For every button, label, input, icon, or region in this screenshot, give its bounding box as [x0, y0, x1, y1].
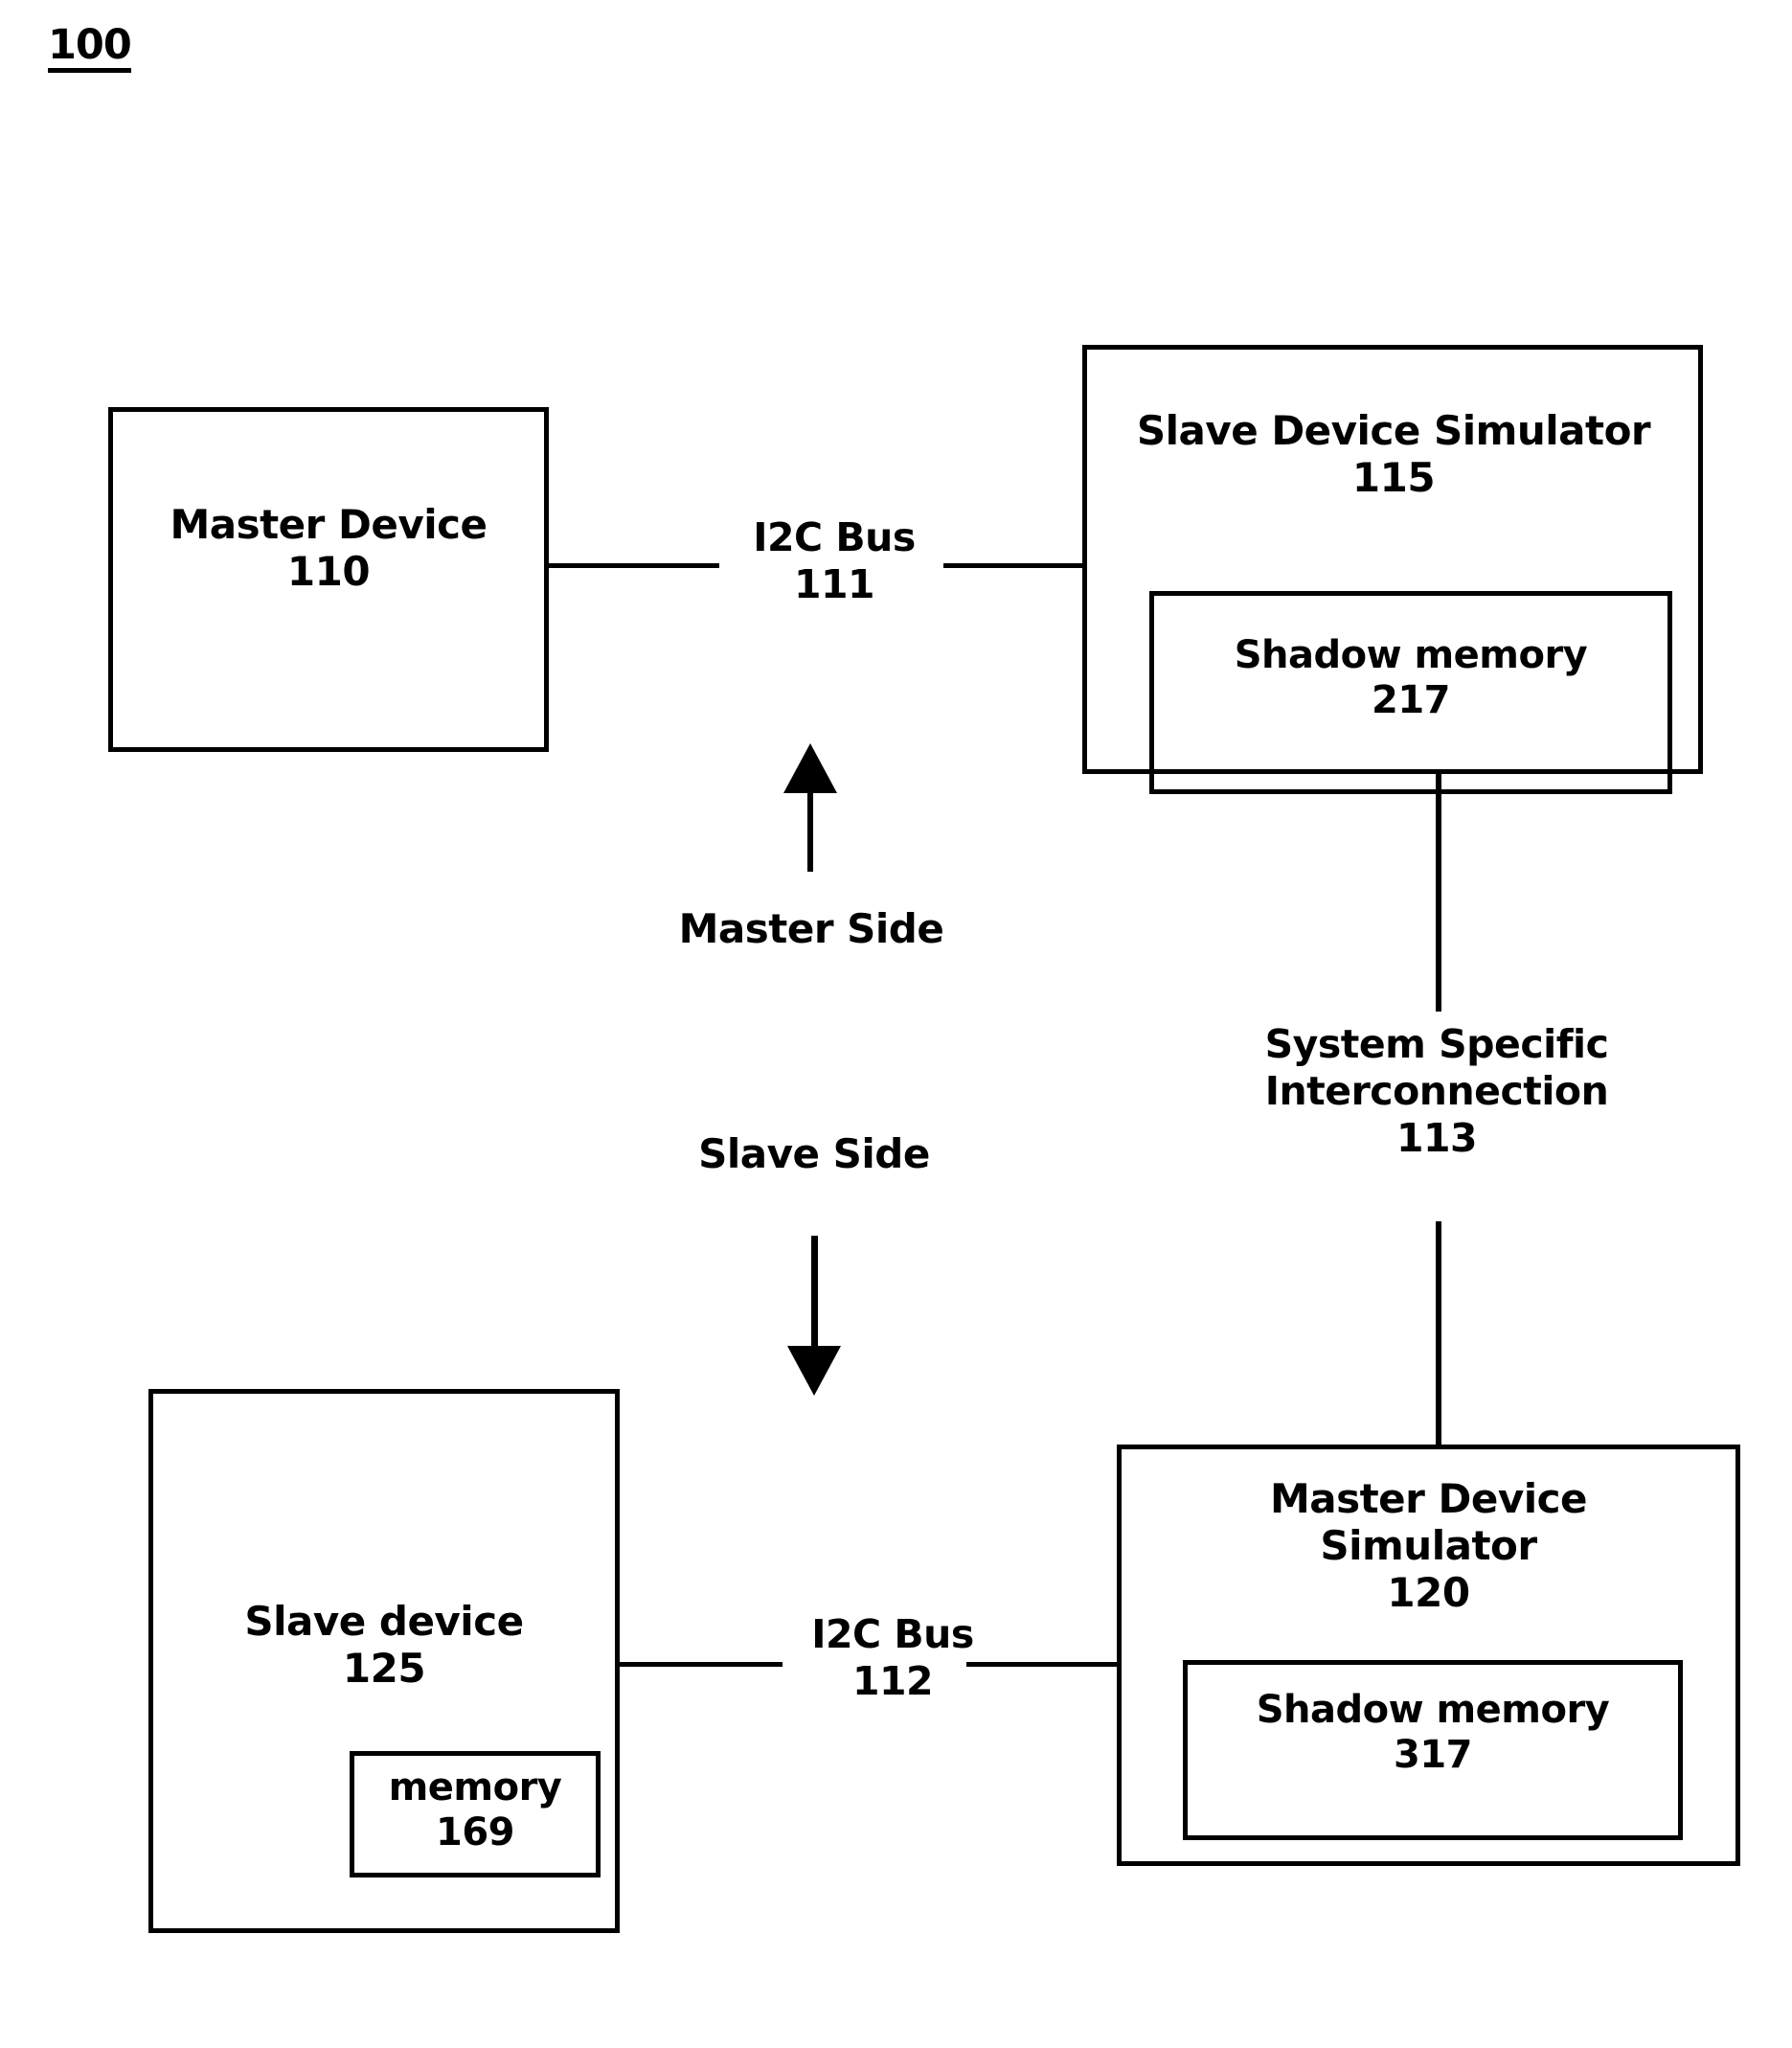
i2c-bus-111-line-right — [943, 563, 1084, 568]
i2c-bus-112-label: I2C Bus 112 — [811, 1611, 974, 1705]
shadow-memory-217-label: Shadow memory 217 — [1234, 633, 1588, 722]
slave-device-label: Slave device 125 — [244, 1598, 524, 1693]
memory-169-label: memory 169 — [388, 1765, 562, 1855]
master-device-simulator-label: Master Device Simulator 120 — [1269, 1475, 1588, 1617]
system-specific-interconnection-113-label: System Specific Interconnection 113 — [1264, 1021, 1609, 1162]
slave-device-simulator-label: Slave Device Simulator 115 — [1136, 407, 1651, 502]
figure-number: 100 — [48, 25, 132, 73]
i2c-bus-112-line-left — [620, 1662, 783, 1667]
master-side-label: Master Side — [678, 905, 944, 952]
system-specific-interconnection-113-line-bottom — [1436, 1221, 1441, 1447]
master-side-arrow-head-icon — [783, 743, 837, 793]
slave-side-label: Slave Side — [698, 1130, 930, 1177]
slave-side-arrow-shaft — [811, 1236, 818, 1351]
i2c-bus-111-label: I2C Bus 111 — [753, 514, 916, 608]
i2c-bus-112-line-right — [966, 1662, 1120, 1667]
slave-side-arrow-head-icon — [787, 1346, 841, 1396]
master-side-arrow-shaft — [807, 785, 813, 872]
patent-figure-canvas: 100 Master Device 110 I2C Bus 111 Slave … — [0, 0, 1792, 2048]
master-device-label: Master Device 110 — [170, 501, 488, 596]
shadow-memory-317-label: Shadow memory 317 — [1256, 1688, 1610, 1777]
system-specific-interconnection-113-line-top — [1436, 772, 1441, 1012]
i2c-bus-111-line-left — [549, 563, 719, 568]
